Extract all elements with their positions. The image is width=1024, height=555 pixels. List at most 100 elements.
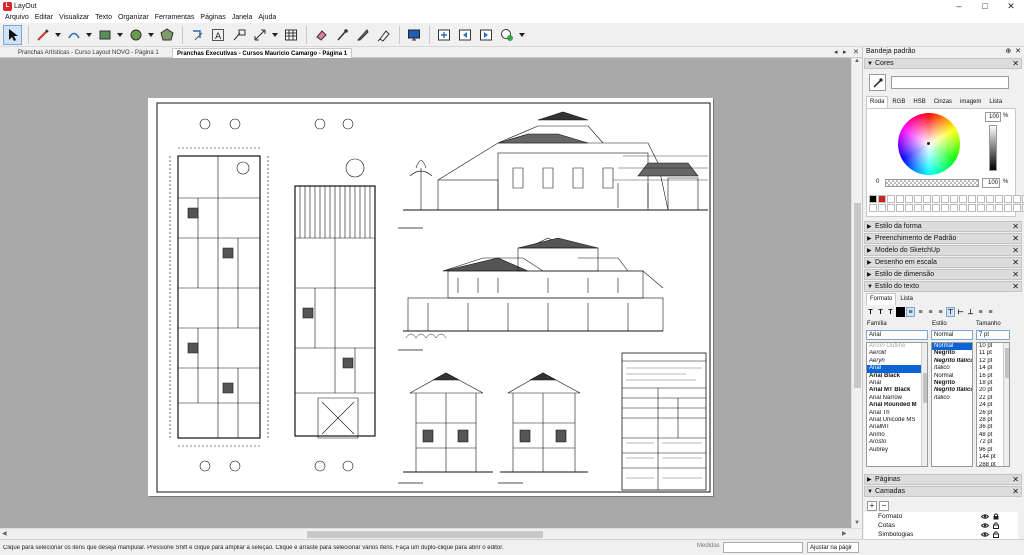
font-family-item[interactable]: Arial MT Black xyxy=(867,387,927,394)
layer-row[interactable]: Formato xyxy=(864,512,1018,521)
text-color-swatch[interactable] xyxy=(896,306,905,317)
align-left-icon[interactable]: ≡ xyxy=(906,306,915,317)
font-family-item[interactable]: Arial xyxy=(867,380,927,387)
panel-desenho-escala[interactable]: ▶ Desenho em escala ✕ xyxy=(864,257,1022,268)
menu-arquivo[interactable]: Arquivo xyxy=(2,14,32,21)
remove-layer-button[interactable]: − xyxy=(879,501,889,511)
tab-formato[interactable]: Formato xyxy=(866,293,897,305)
tab-scroll-left-icon[interactable]: ◂ xyxy=(834,48,838,58)
circle-tool-dropdown[interactable] xyxy=(147,25,154,45)
font-style-item[interactable]: Negrito xyxy=(932,350,972,357)
arc-tool-dropdown[interactable] xyxy=(85,25,92,45)
table-tool-button[interactable] xyxy=(281,25,300,45)
canvas-horizontal-scrollbar[interactable]: ◀ ▶ xyxy=(0,528,862,539)
font-family-item[interactable]: Aerolit xyxy=(867,350,927,357)
polygon-tool-button[interactable] xyxy=(157,25,176,45)
color-swatch[interactable] xyxy=(923,204,931,212)
font-style-input[interactable]: Normal xyxy=(931,330,973,340)
panel-estilo-texto[interactable]: ▼ Estilo do texto ✕ xyxy=(864,281,1022,292)
brightness-input[interactable]: 100 xyxy=(985,112,1001,122)
font-family-item[interactable]: Aeryn xyxy=(867,358,927,365)
color-swatch[interactable] xyxy=(878,204,886,212)
text-plain-icon[interactable]: T xyxy=(886,307,895,317)
font-family-item[interactable]: Arial Th xyxy=(867,410,927,417)
color-swatch[interactable] xyxy=(1013,195,1021,203)
maximize-button[interactable]: □ xyxy=(972,0,998,12)
panel-close-icon[interactable]: ✕ xyxy=(1012,270,1019,279)
menu-paginas[interactable]: Páginas xyxy=(197,14,228,21)
next-page-button[interactable] xyxy=(476,25,495,45)
measurements-input[interactable] xyxy=(723,542,803,553)
color-swatch[interactable] xyxy=(959,195,967,203)
tab-cinzas[interactable]: Cinzas xyxy=(930,96,956,108)
panel-close-icon[interactable]: ✕ xyxy=(1012,246,1019,255)
opacity-slider[interactable] xyxy=(885,179,979,187)
color-swatch[interactable] xyxy=(932,195,940,203)
horizontal-scroll-thumb[interactable] xyxy=(307,531,543,538)
font-family-item[interactable]: Arial Unicode MS xyxy=(867,417,927,424)
panel-estilo-dimensao[interactable]: ▶ Estilo de dimensão ✕ xyxy=(864,269,1022,280)
tab-hsb[interactable]: HSB xyxy=(909,96,929,108)
label-tool-button[interactable] xyxy=(229,25,248,45)
circle-tool-button[interactable] xyxy=(126,25,145,45)
tab-imagem[interactable]: imagem xyxy=(956,96,985,108)
style-tool-button[interactable] xyxy=(332,25,351,45)
tab-pranchas-artisticas[interactable]: Pranchas Artísticas - Curso Layout NOVO … xyxy=(14,48,163,58)
line-tool-dropdown[interactable] xyxy=(54,25,61,45)
eye-icon[interactable] xyxy=(981,531,989,538)
colors-panel-header[interactable]: ▼ Cores ✕ xyxy=(864,58,1022,69)
color-swatch[interactable] xyxy=(986,195,994,203)
font-style-item[interactable]: Negrito Itálico xyxy=(932,358,972,365)
menu-visualizar[interactable]: Visualizar xyxy=(56,14,92,21)
panel-estilo-da-forma[interactable]: ▶ Estilo da forma ✕ xyxy=(864,221,1022,232)
tab-lista[interactable]: Lista xyxy=(985,96,1006,108)
menu-ferramentas[interactable]: Ferramentas xyxy=(152,14,198,21)
color-swatch[interactable] xyxy=(869,204,877,212)
color-swatch[interactable] xyxy=(923,195,931,203)
font-style-list[interactable]: Normal Negrito Negrito Itálico Itálico Norma… xyxy=(931,342,973,467)
text-list-icon[interactable]: ≡ xyxy=(986,307,995,317)
color-swatch[interactable] xyxy=(977,204,985,212)
color-eyedropper-button[interactable] xyxy=(869,74,886,91)
brightness-slider[interactable] xyxy=(989,125,997,171)
tab-pranchas-executivas[interactable]: Pranchas Executivas - Cursos Mauricio Ca… xyxy=(172,48,353,58)
tab-rgb[interactable]: RGB xyxy=(888,96,909,108)
font-family-item[interactable]: Arimo xyxy=(867,432,927,439)
font-style-item[interactable]: Negrito xyxy=(932,380,972,387)
color-swatch[interactable] xyxy=(1013,204,1021,212)
align-center-icon[interactable]: ≡ xyxy=(916,307,925,317)
menu-texto[interactable]: Texto xyxy=(92,14,115,21)
font-family-item[interactable]: Arial Black xyxy=(867,373,927,380)
toolbar-overflow-dropdown[interactable] xyxy=(518,25,525,45)
panel-close-icon[interactable]: ✕ xyxy=(1012,487,1019,496)
close-button[interactable]: ✕ xyxy=(998,0,1024,12)
presentation-button[interactable] xyxy=(404,25,423,45)
color-swatch[interactable] xyxy=(950,195,958,203)
panel-close-icon[interactable]: ✕ xyxy=(1012,234,1019,243)
panel-close-icon[interactable]: ✕ xyxy=(1012,282,1019,291)
panel-close-icon[interactable]: ✕ xyxy=(1012,59,1019,68)
font-style-item[interactable]: Itálico xyxy=(932,395,972,402)
font-size-list[interactable]: 10 pt 11 pt 12 pt 14 pt 16 pt 18 pt 20 pt 22 pt… xyxy=(976,342,1010,467)
color-swatch[interactable] xyxy=(869,195,877,203)
menu-organizar[interactable]: Organizar xyxy=(115,14,152,21)
minimize-button[interactable]: – xyxy=(946,0,972,12)
panel-close-icon[interactable]: ✕ xyxy=(1012,258,1019,267)
color-swatch[interactable] xyxy=(1004,204,1012,212)
layer-row[interactable]: Cotas xyxy=(864,521,1018,530)
dimension-tool-dropdown[interactable] xyxy=(271,25,278,45)
layer-row[interactable]: Simbologias xyxy=(864,530,1018,539)
color-swatch[interactable] xyxy=(977,195,985,203)
menu-ajuda[interactable]: Ajuda xyxy=(255,14,279,21)
tab-scroll-right-icon[interactable]: ▸ xyxy=(843,48,847,58)
color-swatch[interactable] xyxy=(986,204,994,212)
font-family-list[interactable]: Arcon Outline Aerolit Aeryn Arial Arial Blac… xyxy=(866,342,928,467)
anchor-middle-icon[interactable]: ⊢ xyxy=(956,307,965,317)
tray-close-icon[interactable]: ✕ xyxy=(1015,48,1021,55)
font-family-item[interactable]: Arcon Outline xyxy=(867,343,927,350)
text-serif-icon[interactable]: T xyxy=(876,307,885,317)
vertical-scroll-thumb[interactable] xyxy=(854,203,861,388)
font-style-item[interactable]: Normal xyxy=(932,373,972,380)
font-family-item[interactable]: ArialMT xyxy=(867,424,927,431)
font-style-item[interactable]: Normal xyxy=(932,343,972,351)
